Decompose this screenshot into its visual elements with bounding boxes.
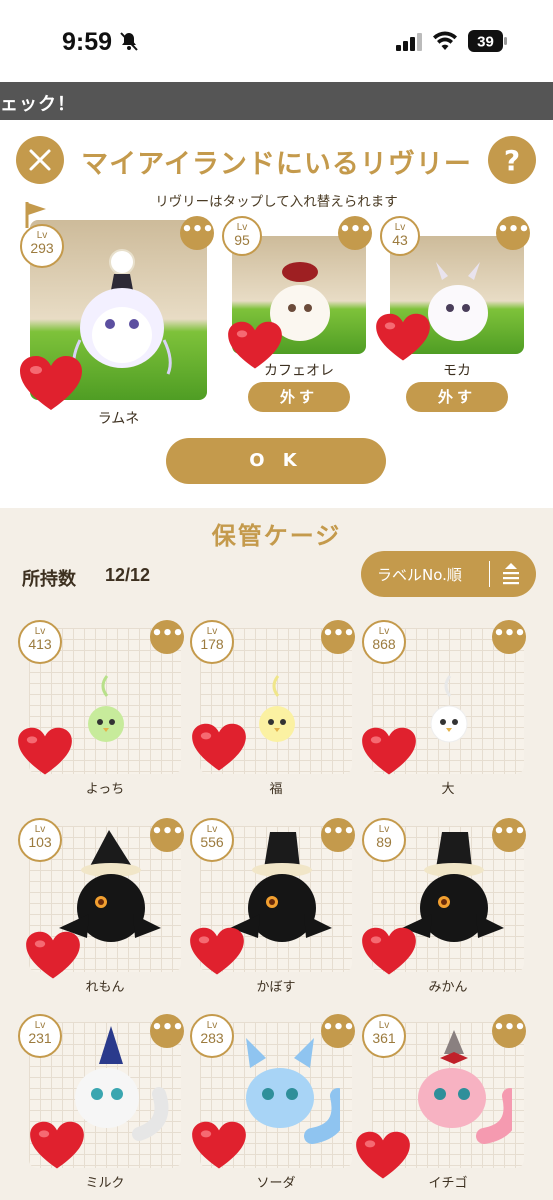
more-button[interactable]: ••• — [496, 216, 530, 250]
level-badge: Lv 868 — [362, 620, 406, 664]
more-icon: ••• — [493, 1017, 526, 1038]
pet-name: かぼす — [256, 980, 296, 995]
more-icon: ••• — [181, 219, 214, 240]
battery-level: 39 — [477, 34, 494, 51]
remove-button[interactable]: 外す — [406, 382, 508, 412]
level-value: 43 — [392, 232, 408, 248]
pet-sprite — [430, 675, 468, 743]
pet-name: カフェオレ — [264, 363, 334, 379]
banner-text: ェック！ — [0, 94, 76, 115]
level-badge: Lv 361 — [362, 1014, 406, 1058]
more-button[interactable]: ••• — [150, 818, 184, 852]
status-time: 9:59 — [62, 28, 113, 56]
panel-subtitle: リヴリーはタップして入れ替えられます — [155, 194, 398, 210]
more-icon: ••• — [322, 623, 355, 644]
help-button[interactable]: ? — [488, 136, 536, 184]
level-value: 231 — [28, 1030, 52, 1046]
pet-name: 大 — [441, 782, 455, 797]
more-button[interactable]: ••• — [492, 1014, 526, 1048]
heart-icon — [362, 927, 416, 975]
bell-muted-icon — [120, 32, 138, 51]
level-value: 868 — [372, 636, 396, 652]
more-icon: ••• — [151, 821, 184, 842]
level-badge: Lv 178 — [190, 620, 234, 664]
level-value: 103 — [28, 834, 52, 850]
storage-title: 保管ケージ — [211, 522, 342, 550]
pet-sprite — [88, 675, 124, 742]
pet-name: ラムネ — [97, 411, 140, 427]
status-bar: 9:59 39 — [0, 0, 553, 82]
level-value: 293 — [30, 240, 54, 256]
pet-name: ミルク — [85, 1176, 125, 1191]
more-button[interactable]: ••• — [150, 620, 184, 654]
battery-icon: 39 — [468, 30, 507, 52]
more-icon: ••• — [339, 219, 372, 240]
wifi-icon — [433, 31, 457, 50]
sort-button[interactable]: ラベルNo.順 — [361, 551, 536, 597]
panel-title: マイアイランドにいるリヴリー — [81, 149, 472, 180]
heart-icon — [26, 931, 80, 979]
level-value: 361 — [372, 1030, 396, 1046]
pet-name: ソーダ — [256, 1176, 296, 1191]
more-button[interactable]: ••• — [492, 818, 526, 852]
pet-name: よっち — [85, 782, 125, 797]
more-icon: ••• — [151, 1017, 184, 1038]
cellular-signal-icon — [396, 33, 422, 51]
sort-label: ラベルNo.順 — [377, 566, 462, 584]
sort-order-icon — [503, 563, 519, 585]
more-icon: ••• — [322, 1017, 355, 1038]
pet-sprite — [259, 675, 295, 742]
level-badge: Lv 231 — [18, 1014, 62, 1058]
more-button[interactable]: ••• — [180, 216, 214, 250]
heart-icon — [376, 313, 430, 361]
heart-icon — [20, 356, 82, 410]
my-island-panel: マイアイランドにいるリヴリー ? リヴリーはタップして入れ替えられます Lv 29… — [0, 120, 553, 508]
owned-count-label: 所持数 — [22, 569, 76, 590]
more-icon: ••• — [493, 623, 526, 644]
heart-icon — [192, 1121, 246, 1169]
ok-button[interactable]: O K — [166, 438, 386, 484]
pet-name: モカ — [443, 363, 471, 379]
news-banner[interactable]: ェック！ — [0, 82, 553, 120]
level-badge: Lv 103 — [18, 818, 62, 862]
level-badge: Lv 43 — [380, 216, 420, 256]
heart-icon — [190, 927, 244, 975]
pet-name: れもん — [85, 980, 125, 995]
more-icon: ••• — [151, 623, 184, 644]
level-badge: Lv 413 — [18, 620, 62, 664]
level-badge: Lv 293 — [20, 224, 64, 268]
pet-name: イチゴ — [428, 1176, 468, 1191]
more-icon: ••• — [493, 821, 526, 842]
level-badge: Lv 89 — [362, 818, 406, 862]
pet-name: 福 — [269, 782, 283, 797]
level-badge: Lv 95 — [222, 216, 262, 256]
level-value: 556 — [200, 834, 224, 850]
heart-icon — [362, 727, 416, 775]
pet-name: みかん — [428, 980, 468, 995]
level-badge: Lv 556 — [190, 818, 234, 862]
more-button[interactable]: ••• — [492, 620, 526, 654]
level-value: 95 — [234, 232, 250, 248]
more-icon: ••• — [322, 821, 355, 842]
more-button[interactable]: ••• — [321, 818, 355, 852]
heart-icon — [18, 727, 72, 775]
more-button[interactable]: ••• — [321, 620, 355, 654]
more-icon: ••• — [497, 219, 530, 240]
remove-button[interactable]: 外す — [248, 382, 350, 412]
level-value: 89 — [376, 834, 392, 850]
level-value: 283 — [200, 1030, 224, 1046]
level-badge: Lv 283 — [190, 1014, 234, 1058]
more-button[interactable]: ••• — [338, 216, 372, 250]
heart-icon — [30, 1121, 84, 1169]
owned-count-value: 12/12 — [105, 565, 151, 585]
heart-icon — [192, 723, 246, 771]
help-icon: ? — [503, 143, 521, 177]
more-button[interactable]: ••• — [150, 1014, 184, 1048]
level-value: 178 — [200, 636, 224, 652]
more-button[interactable]: ••• — [321, 1014, 355, 1048]
level-value: 413 — [28, 636, 52, 652]
